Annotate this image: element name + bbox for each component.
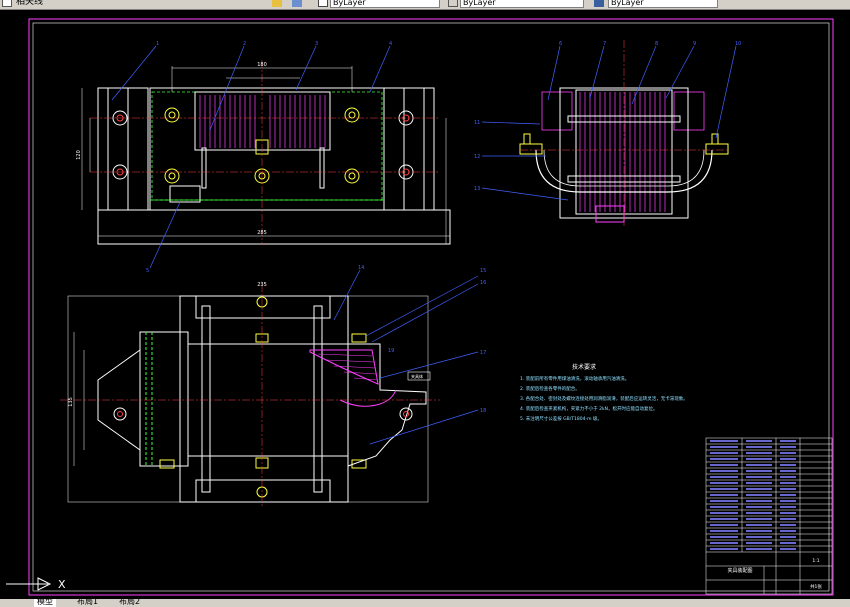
leader-19: 19 bbox=[388, 348, 394, 354]
layer-icon[interactable] bbox=[2, 0, 12, 7]
layer-previous-icon[interactable] bbox=[292, 0, 302, 7]
drawing-canvas[interactable]: 285 180 120 1 2 3 4 5 6 7 8 9 10 11 12 1… bbox=[0, 10, 850, 600]
title-block-scale: 1:1 bbox=[812, 558, 819, 564]
dim-width-inner: 180 bbox=[257, 62, 267, 68]
tech-note: 4. 装配后检查夹紧机构，夹紧力不小于 2kN，松开时应能自动复位。 bbox=[520, 407, 658, 412]
tech-note: 5. 未注明尺寸公差按 GB/T1804-m 级。 bbox=[520, 417, 602, 422]
tech-note: 2. 装配后检查各零件的配合。 bbox=[520, 387, 580, 392]
leader-17: 17 bbox=[480, 350, 486, 356]
leader-8: 8 bbox=[655, 41, 658, 47]
plan-view: 135 235 14 15 16 17 18 19 夹具体 bbox=[60, 265, 486, 506]
leader-12: 12 bbox=[474, 154, 480, 160]
tech-notes-title: 技术要求 bbox=[572, 364, 597, 371]
tab-layout2[interactable]: 布局2 bbox=[116, 599, 143, 607]
leader-4: 4 bbox=[389, 41, 392, 47]
front-view: 285 180 120 1 2 3 4 5 bbox=[76, 41, 451, 274]
title-block-name: 夹具装配图 bbox=[727, 567, 752, 574]
layer-name[interactable]: 相关线 bbox=[16, 0, 43, 8]
dim-plan-w: 235 bbox=[257, 282, 267, 288]
leader-1: 1 bbox=[156, 41, 159, 47]
leader-10: 10 bbox=[735, 41, 741, 47]
leader-7: 7 bbox=[603, 41, 606, 47]
side-view: 6 7 8 9 10 11 12 13 bbox=[474, 40, 741, 226]
leader-13: 13 bbox=[474, 186, 480, 192]
layout-tab-bar: 模型 布局1 布局2 bbox=[0, 599, 850, 607]
leader-5: 5 bbox=[146, 268, 149, 274]
dim-plan-h: 135 bbox=[68, 397, 74, 407]
linetype-icon[interactable] bbox=[448, 0, 458, 7]
leader-16: 16 bbox=[480, 280, 486, 286]
dim-width-total: 285 bbox=[257, 230, 267, 236]
color-combo[interactable]: ByLayer bbox=[330, 0, 440, 8]
title-block bbox=[705, 437, 833, 595]
leader-6: 6 bbox=[559, 41, 562, 47]
linetype-combo[interactable]: ByLayer bbox=[460, 0, 584, 8]
title-block-sheet: 共1张 bbox=[810, 583, 822, 590]
match-properties-icon[interactable] bbox=[272, 0, 282, 7]
tech-note: 1. 装配前所有零件用煤油清洗，滚动轴承用汽油清洗。 bbox=[520, 377, 630, 382]
leader-9: 9 bbox=[693, 41, 696, 47]
leader-3: 3 bbox=[315, 41, 318, 47]
leader-18: 18 bbox=[480, 408, 486, 414]
tab-model[interactable]: 模型 bbox=[34, 599, 56, 607]
color-icon[interactable] bbox=[318, 0, 328, 7]
leader-15: 15 bbox=[480, 268, 486, 274]
frame-inner bbox=[32, 22, 830, 592]
leader-11: 11 bbox=[474, 120, 480, 126]
tab-layout1[interactable]: 布局1 bbox=[74, 599, 101, 607]
datum-box-label: 夹具体 bbox=[411, 373, 423, 379]
lineweight-combo[interactable]: ByLayer bbox=[608, 0, 718, 8]
ucs-icon: X bbox=[6, 577, 66, 591]
ucs-x-label: X bbox=[58, 578, 66, 591]
leader-14: 14 bbox=[358, 265, 364, 271]
lineweight-icon[interactable] bbox=[594, 0, 604, 7]
properties-toolbar: 相关线 ByLayer ByLayer ByLayer bbox=[0, 0, 850, 10]
leader-2: 2 bbox=[243, 41, 246, 47]
dim-height: 120 bbox=[76, 150, 82, 160]
tech-note: 3. 各配合处、密封处及螺纹连接处用润滑脂润滑，装配后应运转灵活，无卡滞现象。 bbox=[520, 397, 688, 402]
